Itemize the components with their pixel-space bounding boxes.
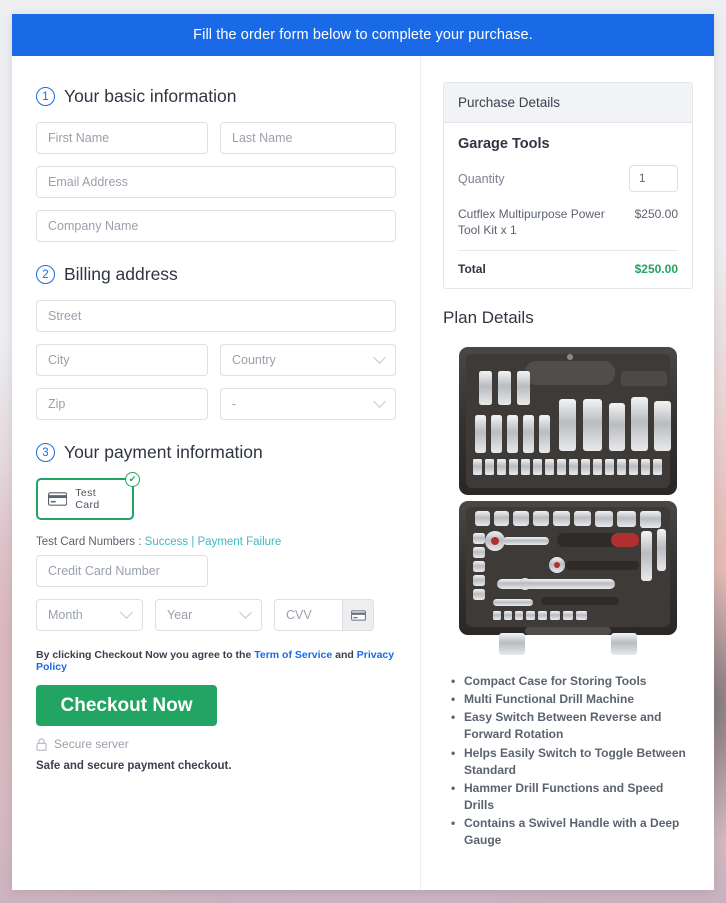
plan-details-title: Plan Details xyxy=(443,308,534,328)
credit-card-icon xyxy=(48,492,68,506)
product-name: Garage Tools xyxy=(458,136,550,152)
chevron-down-icon xyxy=(239,605,252,619)
expiry-month-select[interactable]: Month xyxy=(36,599,143,631)
street-input[interactable]: Street xyxy=(36,300,396,332)
step-heading-basic-information: 1 Your basic information xyxy=(36,86,396,107)
tool-kit-case-illustration xyxy=(459,347,677,656)
terms-middle: and xyxy=(332,649,357,661)
expiry-year-value: Year xyxy=(167,608,193,622)
card-number-row: Credit Card Number xyxy=(36,555,396,587)
chevron-down-icon xyxy=(120,605,133,619)
expiry-month-value: Month xyxy=(48,608,83,622)
last-name-input[interactable]: Last Name xyxy=(220,122,396,154)
credit-card-number-input[interactable]: Credit Card Number xyxy=(36,555,208,587)
step-title-1: Your basic information xyxy=(64,86,237,106)
summary-column: Purchase Details Garage Tools Quantity 1… xyxy=(421,56,713,890)
step-title-3: Your payment information xyxy=(64,442,263,462)
terms-agreement-text: By clicking Checkout Now you agree to th… xyxy=(36,649,396,673)
link-separator: | xyxy=(188,536,198,548)
checkout-now-button[interactable]: Checkout Now xyxy=(36,685,217,726)
purchase-details-panel: Purchase Details Garage Tools Quantity 1… xyxy=(443,82,693,290)
order-form-column: 1 Your basic information First Name Last… xyxy=(12,56,421,890)
zip-input[interactable]: Zip xyxy=(36,388,208,420)
checkout-body: 1 Your basic information First Name Last… xyxy=(12,56,714,890)
total-row: Total $250.00 xyxy=(458,251,678,276)
selected-check-icon: ✔ xyxy=(125,472,140,487)
cvv-field-group[interactable]: CVV xyxy=(274,599,374,631)
step-number-3: 3 xyxy=(36,443,55,462)
name-row: First Name Last Name xyxy=(36,122,396,154)
step-number-1: 1 xyxy=(36,87,55,106)
lock-icon xyxy=(36,737,47,751)
terms-prefix: By clicking Checkout Now you agree to th… xyxy=(36,649,255,661)
city-country-row: City Country xyxy=(36,344,396,376)
quantity-label: Quantity xyxy=(458,171,505,186)
secure-server-row: Secure server xyxy=(36,737,396,751)
expiry-cvv-row: Month Year CVV xyxy=(36,599,396,631)
city-input[interactable]: City xyxy=(36,344,208,376)
first-name-input[interactable]: First Name xyxy=(36,122,208,154)
list-item: Contains a Swivel Handle with a Deep Gau… xyxy=(451,815,693,849)
expiry-year-select[interactable]: Year xyxy=(155,599,262,631)
safe-checkout-note: Safe and secure payment checkout. xyxy=(36,760,232,772)
list-item: Easy Switch Between Reverse and Forward … xyxy=(451,709,693,743)
cvv-input[interactable]: CVV xyxy=(275,608,342,622)
step-heading-payment-information: 3 Your payment information xyxy=(36,442,396,463)
payment-method-label: Test Card xyxy=(75,487,100,511)
credit-card-icon xyxy=(350,609,366,621)
quantity-input[interactable]: 1 xyxy=(629,165,678,192)
list-item: Compact Case for Storing Tools xyxy=(451,673,693,690)
email-row: Email Address xyxy=(36,166,396,198)
list-item: Helps Easily Switch to Toggle Between St… xyxy=(451,745,693,779)
success-card-link[interactable]: Success xyxy=(145,536,188,548)
payment-failure-card-link[interactable]: Payment Failure xyxy=(198,536,282,548)
line-item-description: Cutflex Multipurpose Power Tool Kit x 1 xyxy=(458,207,605,238)
checkout-card: Fill the order form below to complete yo… xyxy=(12,14,714,890)
total-value: $250.00 xyxy=(634,262,678,277)
list-item: Hammer Drill Functions and Speed Drills xyxy=(451,780,693,814)
line-item-price: $250.00 xyxy=(634,207,678,221)
secure-server-label: Secure server xyxy=(54,737,129,751)
line-item-row: Cutflex Multipurpose Power Tool Kit x 1 … xyxy=(458,206,678,252)
test-card-numbers-label: Test Card Numbers : xyxy=(36,536,145,548)
state-select-value: - xyxy=(232,397,237,411)
quantity-row: Quantity 1 xyxy=(458,165,678,192)
country-select-value: Country xyxy=(232,353,276,367)
total-label: Total xyxy=(458,262,486,277)
plan-feature-list: Compact Case for Storing Tools Multi Fun… xyxy=(443,673,693,848)
test-card-numbers-line: Test Card Numbers : Success | Payment Fa… xyxy=(36,536,396,548)
company-name-input[interactable]: Company Name xyxy=(36,210,396,242)
street-row: Street xyxy=(36,300,396,332)
zip-state-row: Zip - xyxy=(36,388,396,420)
list-item: Multi Functional Drill Machine xyxy=(451,691,693,708)
payment-method-test-card[interactable]: Test Card ✔ xyxy=(36,472,140,520)
company-row: Company Name xyxy=(36,210,396,242)
purchase-details-header: Purchase Details xyxy=(444,83,692,123)
purchase-details-body: Garage Tools Quantity 1 Cutflex Multipur… xyxy=(444,123,692,288)
cvv-card-icon-addon xyxy=(342,600,373,630)
product-image xyxy=(453,341,683,662)
chevron-down-icon xyxy=(373,350,386,364)
terms-of-service-link[interactable]: Term of Service xyxy=(254,649,332,661)
state-select[interactable]: - xyxy=(220,388,396,420)
email-input[interactable]: Email Address xyxy=(36,166,396,198)
banner-text: Fill the order form below to complete yo… xyxy=(193,27,533,43)
page-banner: Fill the order form below to complete yo… xyxy=(12,14,714,56)
chevron-down-icon xyxy=(373,394,386,408)
step-number-2: 2 xyxy=(36,265,55,284)
country-select[interactable]: Country xyxy=(220,344,396,376)
step-title-2: Billing address xyxy=(64,264,178,284)
step-heading-billing-address: 2 Billing address xyxy=(36,264,396,285)
